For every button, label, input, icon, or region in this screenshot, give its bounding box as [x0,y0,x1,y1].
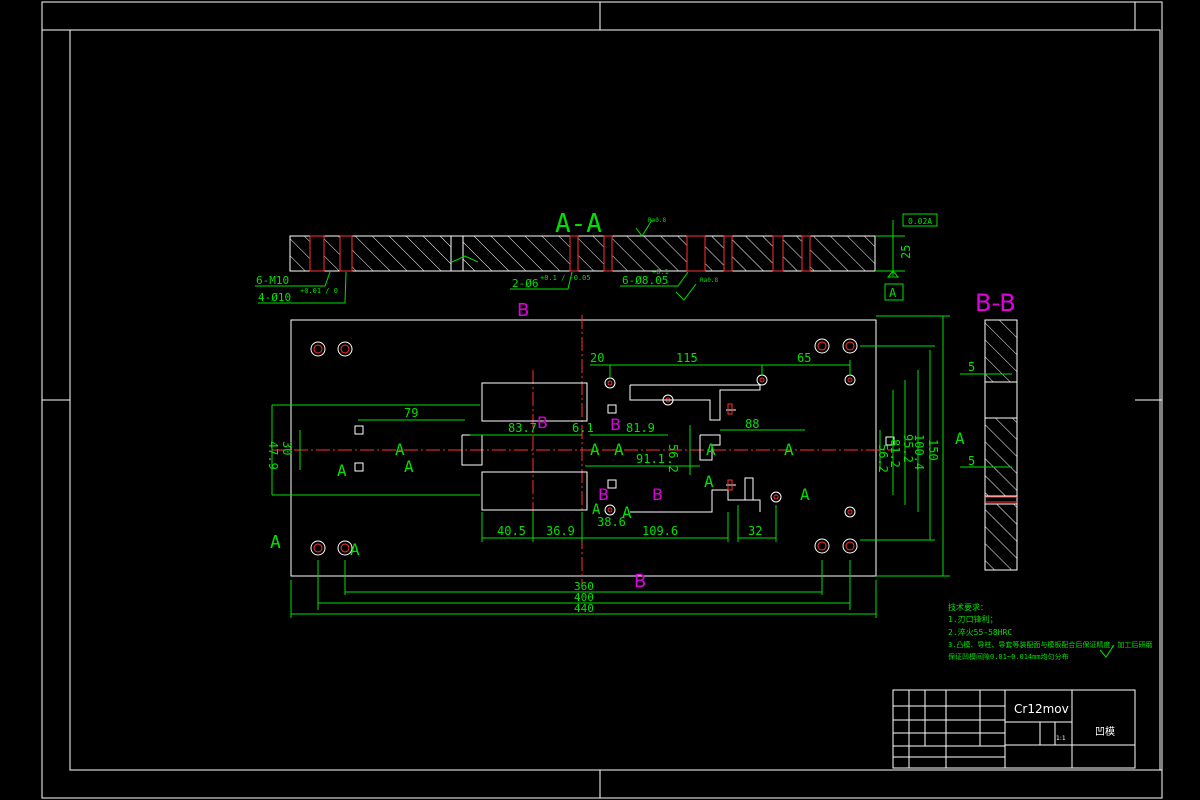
dim-56-2-right: 56.2 [876,444,890,473]
note-2: 2.淬火55-58HRC [948,627,1012,637]
dim-109-6: 109.6 [642,524,678,538]
dim-65: 65 [797,351,811,365]
marker-a-9: A [800,485,810,504]
callout-6-d8-tol: +0.1 [652,268,669,276]
section-b-b-view: B-B 5 5 [960,289,1018,571]
callout-2-d6-tol: +0.1 / -0.05 [540,274,591,282]
callout-2-d6: 2-Ø6 [512,277,539,290]
plan-view: 360 400 440 20 115 65 79 88 83.7 6.1 81.… [266,300,965,618]
marker-a-3: A [337,461,347,480]
callout-4-d10: 4-Ø10 [258,291,291,304]
roughness-aa-2: Ra0.8 [700,277,718,284]
dim-88: 88 [745,417,759,431]
dim-47-9: 47.9 [266,441,280,470]
note-3: 3.凸模、导柱、导套等装配面与模板配合后保证精度，加工后研磨 [948,640,1152,649]
dim-440: 440 [574,602,594,615]
callout-6-m10: 6-M10 [256,274,289,287]
bb-dim-5-bottom: 5 [968,454,975,468]
dim-150: 150 [926,439,940,461]
bb-dim-5-top: 5 [968,360,975,374]
section-b-b-title: B-B [975,289,1016,317]
marker-a-10: A [622,503,632,522]
marker-a-left: A [270,532,281,553]
material-cr12mov: Cr12mov [1014,702,1069,716]
notes-heading: 技术要求： [948,602,988,612]
section-a-a-body [289,235,876,272]
dim-81-9: 81.9 [626,421,655,435]
dim-91-1: 91.1 [636,452,665,466]
note-4: 保证凹模间隙0.01~0.014mm均匀分布 [948,652,1069,661]
plan-dimension-labels: 360 400 440 20 115 65 79 88 83.7 6.1 81.… [266,351,940,615]
section-markers: B B B B B B A A A A A A A A A A A A A A [270,300,965,592]
dim-56-2-left: 56.2 [666,444,680,473]
dim-20: 20 [590,351,604,365]
cad-drawing: A-A 25 0.02A Ra0.8 A 6-M10 4-Ø10 +0.01 /… [41,1,1163,799]
dim-6-1: 6.1 [572,421,594,435]
section-a-a-title: A-A [555,209,602,239]
dim-83-7: 83.7 [508,421,537,435]
marker-a-4: A [590,440,600,459]
dim-115: 115 [676,351,698,365]
dim-25: 25 [899,245,913,259]
dim-32: 32 [748,524,762,538]
marker-a-6: A [784,440,794,459]
dim-30: 30 [280,441,294,455]
plan-dimension-lines [271,315,950,618]
flatness-callout: 0.02A [908,217,932,226]
dim-40-5: 40.5 [497,524,526,538]
dim-81-2: 81.2 [888,439,902,468]
marker-a-2: A [404,457,414,476]
marker-a-5: A [614,440,624,459]
marker-b-center-1: B [537,413,548,432]
marker-a-left-2: A [350,540,360,559]
roughness-aa-1: Ra0.8 [648,217,666,224]
marker-b-center-2: B [610,415,621,434]
marker-b-center-4: B [652,485,663,504]
part-name: 凹模 [1095,726,1115,738]
scale: 1:1 [1056,735,1066,742]
marker-a-8: A [704,472,714,491]
dim-100-4: 100.4 [912,434,926,470]
dim-79: 79 [404,406,418,420]
datum-a-label: A [889,286,897,300]
section-a-a-view: A-A 25 0.02A Ra0.8 A 6-M10 4-Ø10 +0.01 /… [255,209,938,304]
drawing-frame [41,1,1163,799]
note-1: 1.刃口锋利； [948,614,998,624]
technical-notes: 技术要求： 1.刃口锋利； 2.淬火55-58HRC 3.凸模、导柱、导套等装配… [948,602,1152,661]
title-block: Cr12mov 凹模 1:1 [892,689,1136,769]
marker-a-7: A [706,440,716,459]
dim-36-9: 36.9 [546,524,575,538]
callout-4-d10-tol: +0.01 / 0 [300,287,338,295]
marker-a-11: A [592,502,601,518]
marker-b-bottom: B [634,571,646,592]
marker-a-right: A [955,429,965,448]
marker-b-top: B [517,300,529,321]
